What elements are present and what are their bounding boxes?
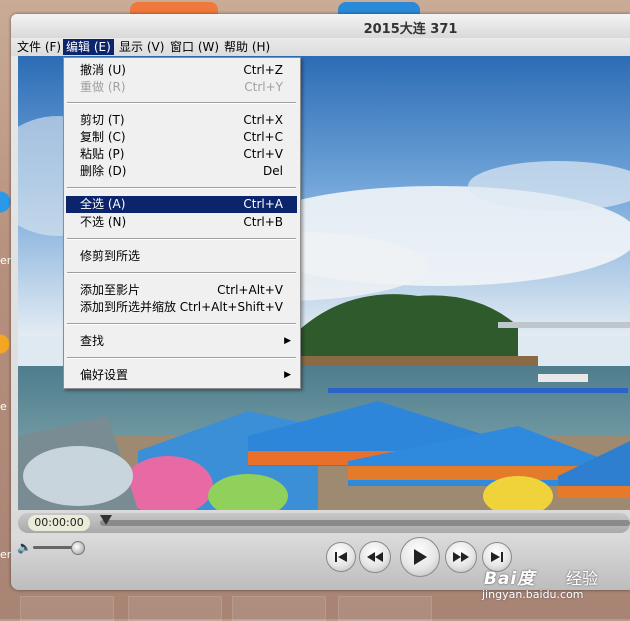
playhead-handle[interactable]: [100, 515, 112, 525]
play-icon: [414, 549, 427, 565]
play-button[interactable]: [400, 537, 440, 577]
submenu-arrow-icon: ▶: [284, 336, 291, 346]
watermark-text: 经验: [566, 569, 599, 588]
window-title: 2015大连 371: [363, 22, 458, 37]
menu-item-select-none[interactable]: 不选 (N) Ctrl+B: [66, 214, 297, 231]
volume-knob[interactable]: [71, 541, 85, 555]
menu-item-paste[interactable]: 粘贴 (P) Ctrl+V: [66, 146, 297, 163]
menu-view[interactable]: 显示 (V): [116, 39, 167, 55]
go-to-start-button[interactable]: [326, 542, 356, 572]
menu-separator: [67, 323, 296, 325]
menu-item-select-all[interactable]: 全选 (A) Ctrl+A: [66, 196, 297, 213]
desktop-app-icon[interactable]: [0, 322, 10, 368]
time-display: 00:00:00: [28, 515, 90, 531]
watermark-logo: Bai度: [484, 569, 536, 589]
desktop-icon-label: er: [0, 254, 12, 267]
menu-separator: [67, 272, 296, 274]
menu-bar: 文件 (F) 编辑 (E) 显示 (V) 窗口 (W) 帮助 (H): [11, 38, 630, 56]
rewind-icon: [367, 552, 383, 562]
watermark-url: jingyan.baidu.com: [482, 588, 584, 601]
menu-separator: [67, 187, 296, 189]
menu-item-copy[interactable]: 复制 (C) Ctrl+C: [66, 129, 297, 146]
menu-item-add-to-movie[interactable]: 添加至影片 Ctrl+Alt+V: [66, 282, 297, 299]
baidu-watermark: Bai度 经验 jingyan.baidu.com: [476, 562, 626, 616]
skip-back-icon: [335, 552, 347, 562]
menu-item-undo[interactable]: 撤消 (U) Ctrl+Z: [66, 62, 297, 79]
rewind-button[interactable]: [359, 541, 391, 573]
menu-file[interactable]: 文件 (F): [14, 39, 64, 55]
timeline-bar: 00:00:00: [18, 513, 630, 533]
menu-separator: [67, 238, 296, 240]
menu-item-cut[interactable]: 剪切 (T) Ctrl+X: [66, 112, 297, 129]
submenu-arrow-icon: ▶: [284, 370, 291, 380]
title-bar[interactable]: 2015大连 371: [11, 14, 630, 38]
menu-item-delete[interactable]: 删除 (D) Del: [66, 163, 297, 180]
fast-forward-icon: [453, 552, 469, 562]
menu-item-redo: 重做 (R) Ctrl+Y: [80, 80, 283, 94]
menu-help[interactable]: 帮助 (H): [221, 39, 273, 55]
menu-item-trim-to-selection[interactable]: 修剪到所选: [66, 248, 297, 265]
menu-item-preferences[interactable]: 偏好设置 ▶: [66, 367, 297, 384]
fast-forward-button[interactable]: [445, 541, 477, 573]
edit-menu-dropdown: 撤消 (U) Ctrl+Z 重做 (R) Ctrl+Y 剪切 (T) Ctrl+X 复…: [63, 57, 301, 389]
desktop-icon-label: e: [0, 400, 7, 413]
menu-separator: [67, 102, 296, 104]
menu-window[interactable]: 窗口 (W): [167, 39, 222, 55]
menu-separator: [67, 357, 296, 359]
desktop-icon-label: er: [0, 548, 12, 561]
menu-item-find[interactable]: 查找 ▶: [66, 333, 297, 350]
menu-item-add-and-scale[interactable]: 添加到所选并缩放 Ctrl+Alt+Shift+V: [66, 299, 297, 316]
volume-icon[interactable]: 🔈: [17, 540, 32, 554]
menu-edit[interactable]: 编辑 (E): [63, 39, 114, 55]
timeline-track[interactable]: [100, 520, 630, 526]
